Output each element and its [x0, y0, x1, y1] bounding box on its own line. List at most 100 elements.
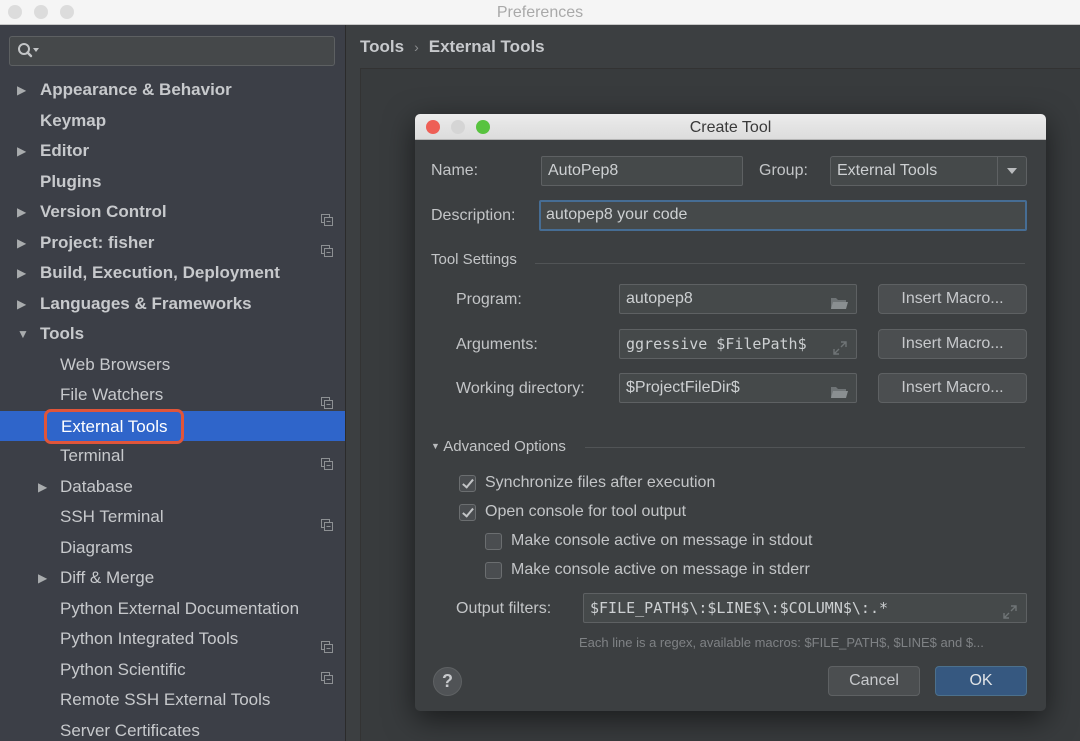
sidebar-item-external-tools[interactable]: External Tools: [0, 408, 345, 444]
expand-right-icon[interactable]: ▶: [17, 75, 26, 106]
sidebar-item-label: Terminal: [60, 446, 125, 465]
breadcrumb-separator: ›: [414, 39, 419, 55]
sidebar-item-label: Languages & Frameworks: [40, 293, 252, 313]
folder-icon[interactable]: [830, 292, 848, 313]
expand-right-icon[interactable]: ▶: [17, 228, 26, 259]
expand-right-icon[interactable]: ▶: [17, 136, 26, 167]
sidebar-item-remote-ssh-external-tools[interactable]: Remote SSH External Tools: [0, 685, 345, 716]
sidebar-item-server-certificates[interactable]: Server Certificates: [0, 716, 345, 741]
ok-button[interactable]: OK: [935, 666, 1027, 696]
sidebar-item-database[interactable]: ▶ Database: [0, 472, 345, 503]
settings-search-input[interactable]: [44, 40, 329, 62]
expand-right-icon[interactable]: ▶: [38, 472, 47, 503]
help-button[interactable]: ?: [433, 667, 462, 696]
sidebar-item-label: Python Integrated Tools: [60, 629, 239, 648]
dialog-title: Create Tool: [689, 119, 772, 136]
tool-settings-heading: Tool Settings: [431, 251, 517, 268]
sidebar-item-build-execution-deployment[interactable]: ▶ Build, Execution, Deployment: [0, 258, 345, 289]
arguments-field[interactable]: ggressive $FilePath$: [619, 329, 857, 359]
expand-right-icon[interactable]: ▶: [17, 197, 26, 228]
output-filters-label: Output filters:: [456, 600, 552, 617]
working-directory-value: $ProjectFileDir$: [626, 379, 740, 396]
sidebar-item-keymap[interactable]: Keymap: [0, 106, 345, 137]
group-select[interactable]: External Tools: [830, 156, 1027, 186]
description-field[interactable]: autopep8 your code: [539, 200, 1027, 231]
settings-sidebar: ▶ Appearance & Behavior Keymap ▶ Editor Plugi…: [0, 25, 345, 741]
sidebar-item-label: SSH Terminal: [60, 507, 164, 526]
expand-icon[interactable]: [832, 337, 848, 358]
window-title: Preferences: [496, 4, 584, 21]
project-level-icon: [321, 206, 333, 226]
working-directory-insert-macro-button[interactable]: Insert Macro...: [878, 373, 1027, 403]
advanced-options-toggle[interactable]: ▼ Advanced Options: [431, 438, 566, 455]
sidebar-item-diagrams[interactable]: Diagrams: [0, 533, 345, 564]
sidebar-item-label: Keymap: [40, 110, 107, 130]
sidebar-item-terminal[interactable]: Terminal: [0, 441, 345, 472]
sidebar-item-ssh-terminal[interactable]: SSH Terminal: [0, 502, 345, 533]
arguments-insert-macro-button[interactable]: Insert Macro...: [878, 329, 1027, 359]
expand-icon[interactable]: [1002, 601, 1018, 622]
advanced-options-separator: [585, 447, 1025, 448]
cancel-button[interactable]: Cancel: [828, 666, 920, 696]
settings-tree: ▶ Appearance & Behavior Keymap ▶ Editor Plugi…: [0, 75, 345, 741]
program-field[interactable]: autopep8: [619, 284, 857, 314]
breadcrumb-parent[interactable]: Tools: [360, 37, 404, 56]
sidebar-item-plugins[interactable]: Plugins: [0, 167, 345, 198]
window-titlebar: Preferences: [0, 0, 1080, 25]
expand-right-icon[interactable]: ▶: [17, 289, 26, 320]
sidebar-item-tools[interactable]: ▼ Tools: [0, 319, 345, 350]
sidebar-item-python-integrated-tools[interactable]: Python Integrated Tools: [0, 624, 345, 655]
folder-icon[interactable]: [830, 381, 848, 402]
search-icon[interactable]: [17, 42, 41, 65]
sidebar-item-label: Build, Execution, Deployment: [40, 263, 280, 282]
sidebar-item-appearance-behavior[interactable]: ▶ Appearance & Behavior: [0, 75, 345, 106]
sidebar-item-languages-frameworks[interactable]: ▶ Languages & Frameworks: [0, 289, 345, 320]
group-select-value: External Tools: [837, 162, 938, 179]
open-console-checkbox[interactable]: [459, 504, 476, 521]
group-label: Group:: [759, 162, 808, 179]
program-value: autopep8: [626, 290, 693, 307]
synchronize-files-checkbox[interactable]: [459, 475, 476, 492]
breadcrumb-current: External Tools: [428, 37, 545, 56]
create-tool-dialog: Create Tool Name: AutoPep8 Group: Extern…: [415, 114, 1046, 711]
sidebar-item-label: Project: fisher: [40, 232, 155, 252]
project-level-icon: [321, 237, 333, 257]
name-label: Name:: [431, 162, 479, 179]
sidebar-item-version-control[interactable]: ▶ Version Control: [0, 197, 345, 228]
sidebar-item-diff-merge[interactable]: ▶ Diff & Merge: [0, 563, 345, 594]
console-active-stderr-checkbox[interactable]: [485, 562, 502, 579]
sidebar-item-label: File Watchers: [60, 385, 164, 404]
sidebar-item-project-fisher[interactable]: ▶ Project: fisher: [0, 228, 345, 259]
console-active-stderr-label[interactable]: Make console active on message in stderr: [511, 561, 810, 579]
working-directory-field[interactable]: $ProjectFileDir$: [619, 373, 857, 403]
sidebar-item-label: Python External Documentation: [60, 598, 300, 618]
tool-settings-separator: [535, 263, 1025, 264]
console-active-stdout-checkbox[interactable]: [485, 533, 502, 550]
settings-search-box[interactable]: [9, 36, 335, 66]
sidebar-item-label: Python Scientific: [60, 659, 186, 679]
arguments-value: ggressive $FilePath$: [626, 335, 807, 353]
expand-right-icon[interactable]: ▶: [17, 258, 26, 289]
program-label: Program:: [456, 291, 522, 308]
sidebar-item-label: Remote SSH External Tools: [60, 690, 271, 709]
sidebar-item-label: Tools: [40, 324, 85, 343]
name-field[interactable]: AutoPep8: [541, 156, 743, 186]
project-level-icon: [321, 450, 333, 470]
program-insert-macro-button[interactable]: Insert Macro...: [878, 284, 1027, 314]
synchronize-files-label[interactable]: Synchronize files after execution: [485, 474, 715, 492]
sidebar-item-editor[interactable]: ▶ Editor: [0, 136, 345, 167]
expand-down-icon[interactable]: ▼: [17, 319, 29, 350]
sidebar-item-web-browsers[interactable]: Web Browsers: [0, 350, 345, 381]
expand-right-icon[interactable]: ▶: [38, 563, 47, 594]
console-active-stdout-label[interactable]: Make console active on message in stdout: [511, 532, 813, 550]
sidebar-item-label: Diagrams: [60, 537, 133, 557]
sidebar-item-file-watchers[interactable]: File Watchers: [0, 380, 345, 411]
output-filters-field[interactable]: $FILE_PATH$\:$LINE$\:$COLUMN$\:.*: [583, 593, 1027, 623]
description-label: Description:: [431, 207, 516, 224]
open-console-label[interactable]: Open console for tool output: [485, 503, 686, 521]
sidebar-item-python-external-documentation[interactable]: Python External Documentation: [0, 594, 345, 625]
chevron-down-icon[interactable]: [997, 157, 1026, 185]
sidebar-item-label: Web Browsers: [60, 354, 171, 374]
output-filters-value: $FILE_PATH$\:$LINE$\:$COLUMN$\:.*: [590, 599, 889, 617]
sidebar-item-python-scientific[interactable]: Python Scientific: [0, 655, 345, 686]
